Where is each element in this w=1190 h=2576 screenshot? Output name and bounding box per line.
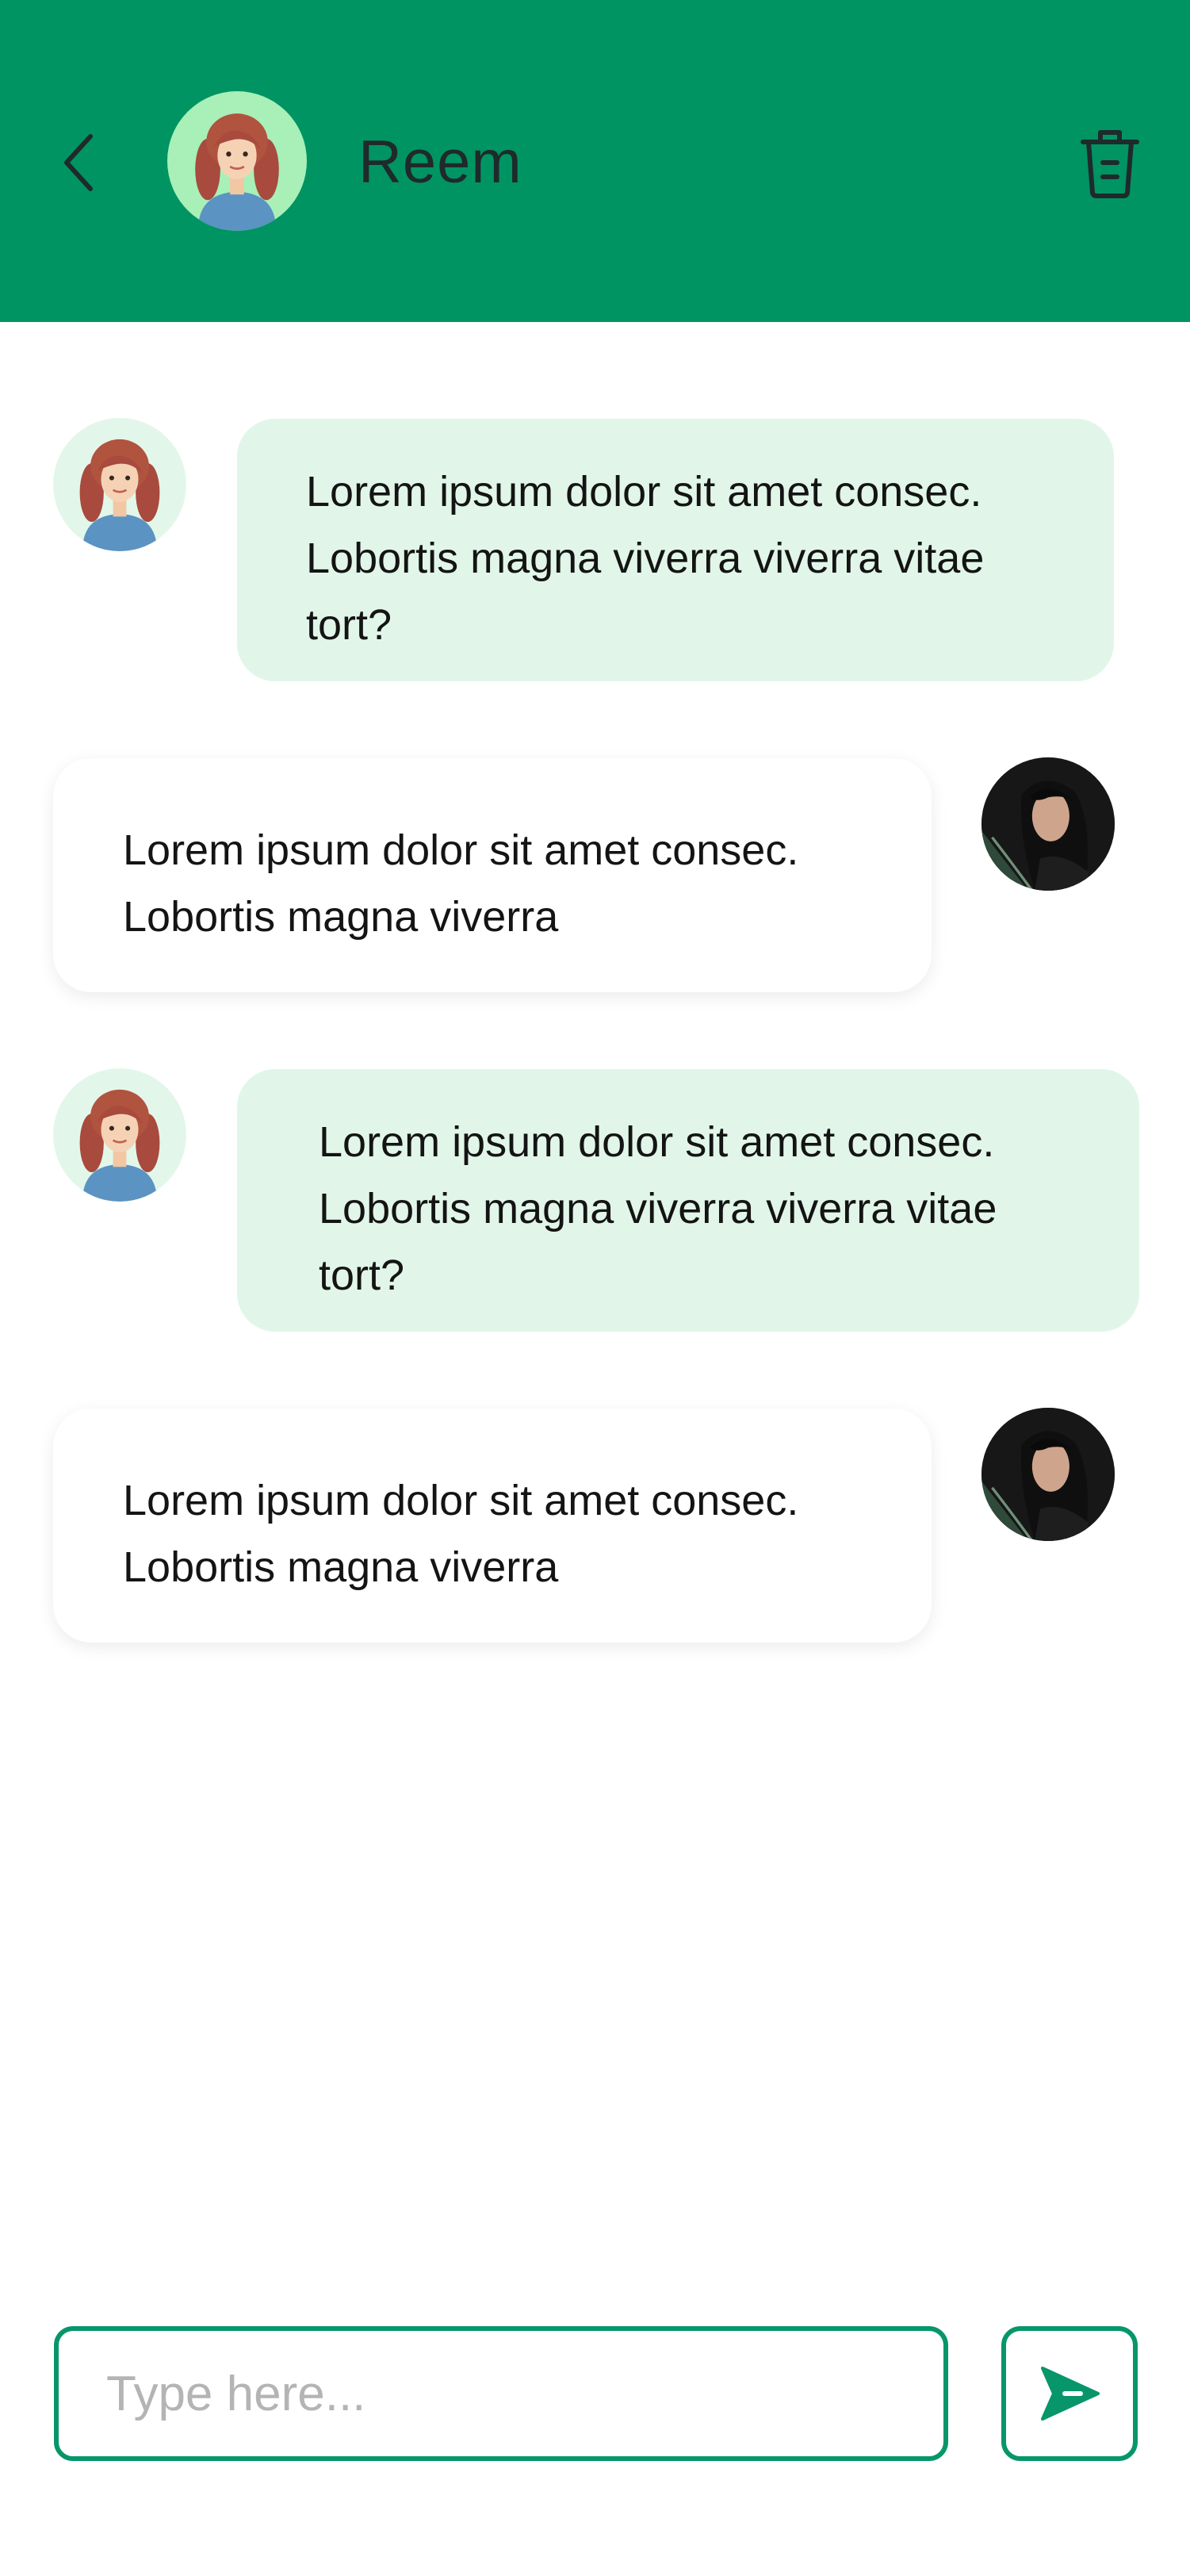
message-text: Lorem ipsum dolor sit amet consec.	[319, 1118, 995, 1166]
message-text: Lobortis magna viverra viverra vitae	[306, 535, 985, 582]
delete-chat-button[interactable]	[1070, 119, 1150, 206]
message-text: tort?	[319, 1252, 405, 1299]
message-bubble-incoming: Lorem ipsum dolor sit amet consec. Lobor…	[237, 1069, 1139, 1332]
user-avatar-image	[981, 1408, 1115, 1541]
message-text: Lobortis magna viverra	[123, 893, 559, 941]
message-text: tort?	[306, 601, 392, 649]
message-text: Lorem ipsum dolor sit amet consec.	[123, 826, 799, 874]
message-input[interactable]	[59, 2331, 943, 2456]
contact-avatar-image	[53, 418, 186, 551]
contact-avatar[interactable]	[167, 91, 307, 231]
contact-avatar	[53, 1068, 186, 1202]
trash-icon	[1081, 130, 1139, 198]
user-avatar	[981, 1408, 1115, 1541]
contact-avatar-image	[167, 91, 307, 231]
message-bubble-incoming: Lorem ipsum dolor sit amet consec. Lobor…	[237, 419, 1114, 681]
chat-header: Reem	[0, 0, 1190, 322]
message-bubble-outgoing: Lorem ipsum dolor sit amet consec. Lobor…	[53, 758, 932, 992]
contact-name[interactable]: Reem	[358, 127, 522, 198]
message-text: Lorem ipsum dolor sit amet consec.	[306, 468, 982, 516]
send-icon	[1041, 2367, 1100, 2421]
user-avatar-image	[981, 757, 1115, 891]
contact-avatar-image	[53, 1068, 186, 1202]
message-text: Lobortis magna viverra viverra vitae	[319, 1185, 997, 1232]
back-button[interactable]	[54, 127, 101, 198]
contact-avatar	[53, 418, 186, 551]
send-button[interactable]	[1001, 2326, 1138, 2461]
message-bubble-outgoing: Lorem ipsum dolor sit amet consec. Lobor…	[53, 1409, 932, 1643]
user-avatar	[981, 757, 1115, 891]
chevron-left-icon	[64, 134, 93, 191]
message-input-container[interactable]	[54, 2326, 948, 2461]
message-text: Lorem ipsum dolor sit amet consec.	[123, 1477, 799, 1524]
message-text: Lobortis magna viverra	[123, 1543, 559, 1591]
